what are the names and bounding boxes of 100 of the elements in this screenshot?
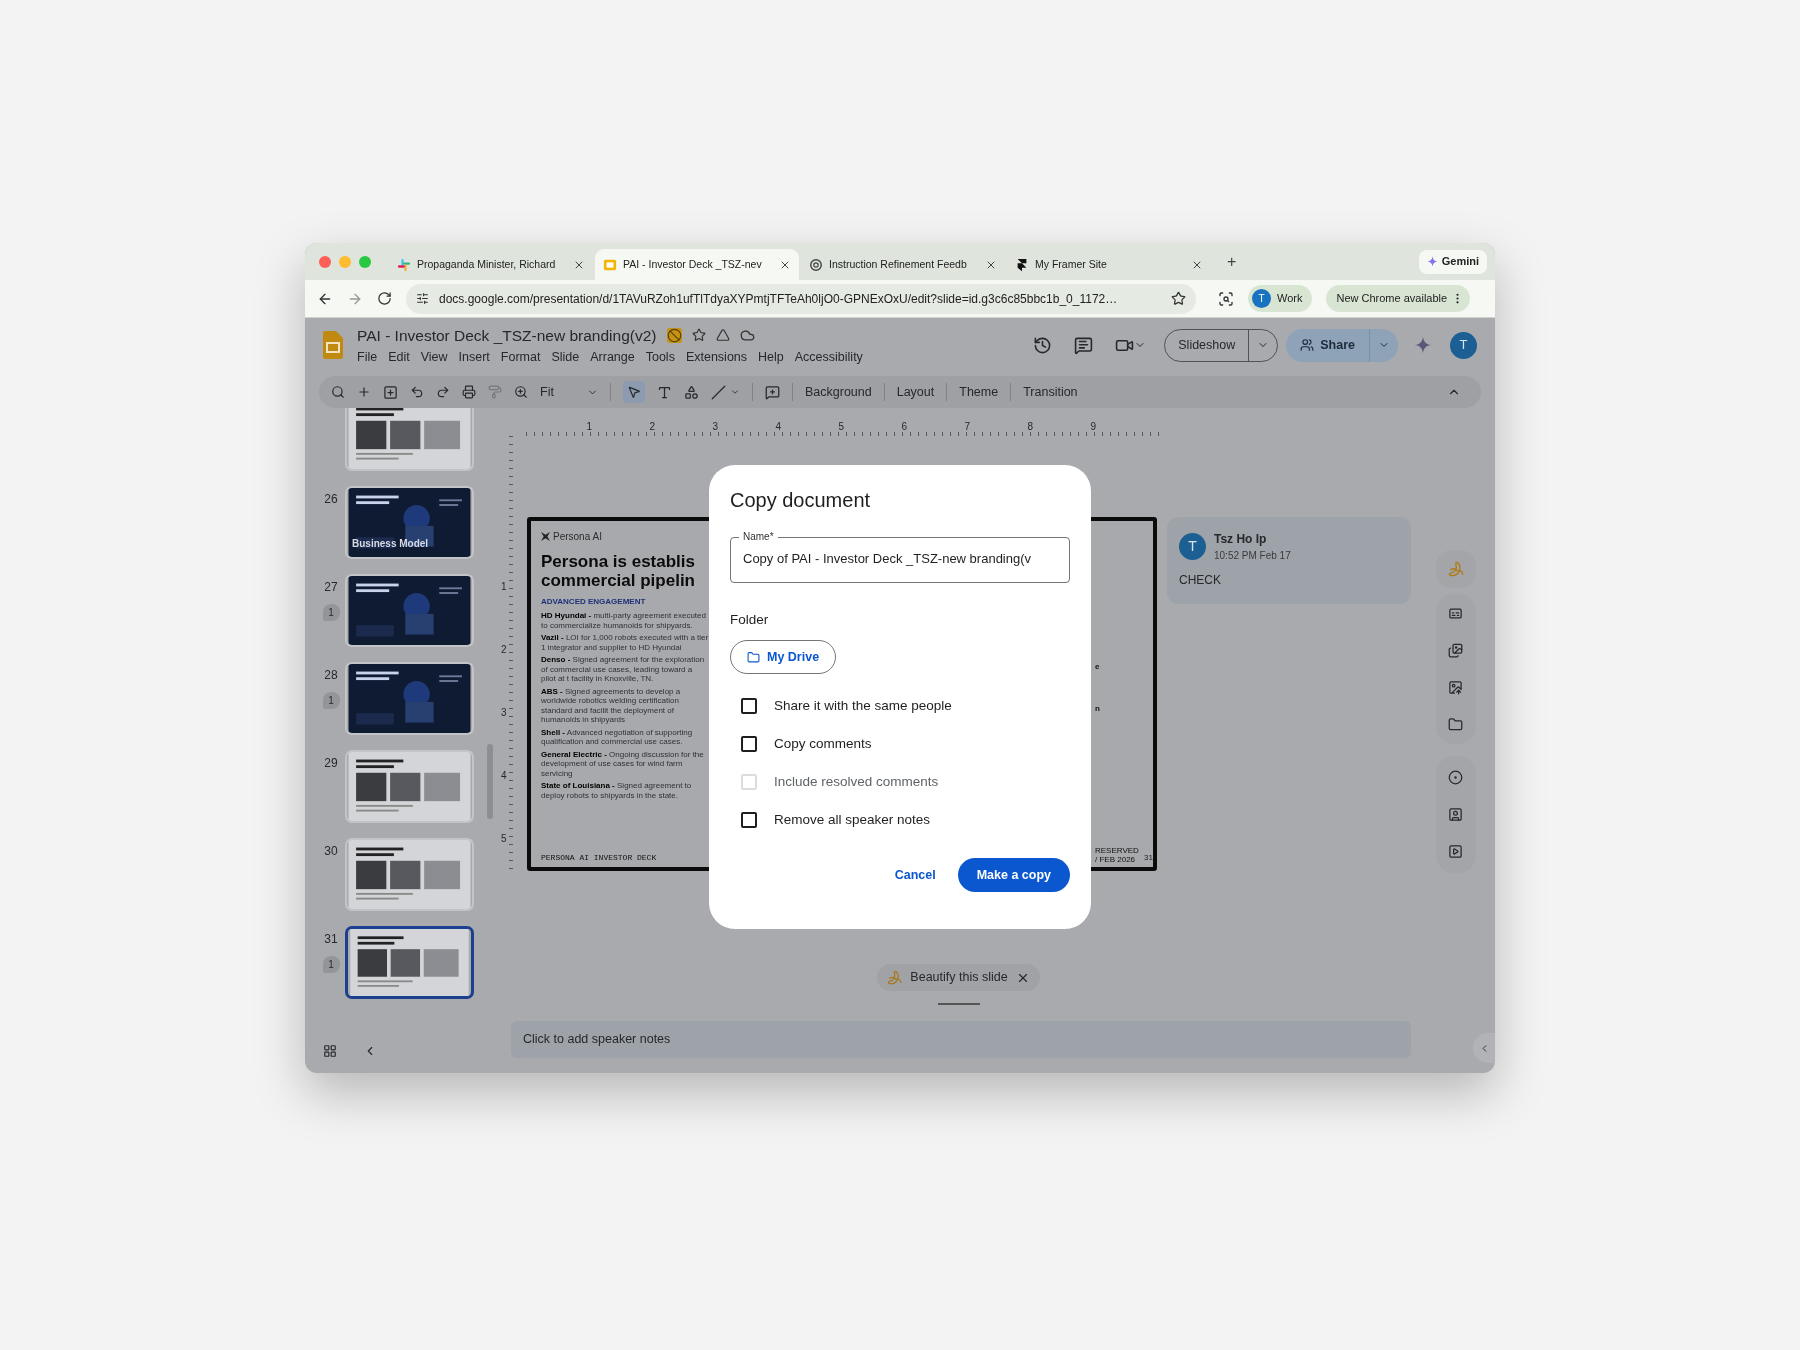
folder-icon[interactable]	[1448, 717, 1463, 732]
toolbar-button[interactable]: Layout	[896, 382, 935, 402]
ruler-number: 5	[838, 422, 844, 434]
profile-button[interactable]: T Work	[1248, 285, 1313, 312]
beautify-label: Beautify this slide	[910, 969, 1008, 987]
ruler-number: 8	[1027, 422, 1033, 434]
account-avatar[interactable]: T	[1450, 331, 1477, 359]
make-copy-button[interactable]: Make a copy	[957, 858, 1070, 893]
gemini-button[interactable]: Gemini	[1418, 249, 1487, 274]
zoom-dropdown[interactable]: Fit	[540, 382, 598, 402]
record-icon[interactable]	[1448, 770, 1463, 785]
captions-icon[interactable]	[1448, 606, 1463, 621]
menu-item[interactable]: File	[357, 347, 378, 367]
play-icon[interactable]	[1448, 844, 1463, 859]
ruler-number: 1	[501, 581, 507, 592]
image-search-icon[interactable]	[1448, 680, 1463, 695]
history-icon[interactable]	[1033, 335, 1053, 355]
text-box-icon[interactable]	[657, 384, 672, 400]
comment-card[interactable]: T Tsz Ho Ip 10:52 PM Feb 17 CHECK	[1167, 517, 1411, 604]
menu-item[interactable]: Arrange	[590, 347, 635, 367]
slide-text: HD Hyundai - multi-party agreement executed to commercialize humanoids for shipyards.	[541, 611, 707, 630]
banana-icon	[887, 970, 903, 985]
comment-icon[interactable]	[1074, 335, 1094, 355]
comment-author: Tsz Ho Ip	[1214, 531, 1268, 548]
field-value: Copy of PAI - Investor Deck _TSZ-new branding(v	[742, 550, 1033, 568]
browser-tab[interactable]: Propaganda Minister, Richard	[389, 249, 593, 280]
site-settings-icon[interactable]	[416, 292, 429, 305]
menu-item[interactable]: Insert	[458, 347, 490, 367]
star-icon[interactable]	[691, 328, 706, 343]
tab-title: My Framer Site	[1035, 256, 1108, 272]
search-page-icon[interactable]	[1218, 290, 1234, 307]
section-heading: ADVANCED ENGAGEMENT	[541, 596, 647, 608]
new-slide-icon[interactable]	[383, 384, 398, 400]
name-field[interactable]: Name* Copy of PAI - Investor Deck _TSZ-new branding(v	[730, 531, 1070, 583]
cancel-button[interactable]: Cancel	[890, 858, 940, 893]
comment-count-badge: 1	[322, 956, 340, 973]
menu-item[interactable]: Help	[758, 347, 784, 367]
thumbnail-caption: Business Model	[352, 537, 429, 551]
sparkle-icon[interactable]	[1426, 256, 1438, 267]
plus-icon[interactable]	[357, 385, 371, 399]
menu-item[interactable]: Slide	[551, 347, 580, 367]
checkbox[interactable]	[741, 811, 757, 828]
menu-item[interactable]: View	[420, 347, 448, 367]
checkbox[interactable]	[741, 735, 757, 752]
slide-thumbnail[interactable]: Business Model	[345, 486, 474, 559]
ruler-number: 6	[901, 422, 907, 434]
ruler-number: 1	[586, 422, 592, 434]
avatar: T	[1252, 289, 1271, 308]
camera-person-icon[interactable]	[1448, 807, 1463, 822]
logo-icon	[541, 532, 550, 541]
browser-tab[interactable]: My Framer Site	[1007, 249, 1211, 280]
option-label: Copy comments	[774, 734, 872, 753]
update-button[interactable]: New Chrome available	[1326, 285, 1471, 312]
toolbar-button[interactable]: Theme	[959, 382, 999, 402]
ruler-number: 7	[964, 422, 970, 434]
images-icon[interactable]	[1448, 643, 1463, 658]
slide-text: Vazil - LOI for 1,000 robots executed with a tier 1 integrator and supplier to HD Hyundai	[541, 633, 709, 652]
print-icon[interactable]	[462, 385, 476, 399]
redo-icon[interactable]	[436, 385, 450, 399]
slide-number: 29	[324, 755, 338, 772]
comment-text: CHECK	[1179, 572, 1222, 589]
document-title[interactable]: PAI - Investor Deck _TSZ-new branding(v2)	[357, 323, 657, 347]
menu-item[interactable]: Tools	[645, 347, 675, 367]
menu-item[interactable]: Accessibility	[794, 347, 863, 367]
speaker-notes-field[interactable]: Click to add speaker notes	[511, 1021, 1411, 1058]
slide-title: commercial pipelin	[541, 571, 696, 590]
zoom-icon[interactable]	[514, 385, 528, 399]
slide-footer: PERSONA AI INVESTOR DECK	[541, 852, 709, 864]
menu-item[interactable]: Extensions	[685, 347, 748, 367]
browser-tab[interactable]: PAI - Investor Deck _TSZ-nev	[595, 249, 799, 280]
checkbox[interactable]	[741, 697, 757, 714]
add-comment-icon[interactable]	[765, 384, 780, 400]
address-bar[interactable]: docs.google.com/presentation/d/1TAVuRZoh1ufTlTdyaXYPmtjTFTeAh0ljO0-GPNExOxU/edit?slide=id.g3c6c85bbc1b_0_1172…	[406, 283, 1196, 314]
slide-text: State of Louisiana - Signed agreement to deploy robots to shipyards in the state.	[541, 781, 693, 800]
caret-icon[interactable]	[730, 387, 740, 397]
slide-text: Shell - Advanced negotiation of supporting qualification and commercial use cases.	[541, 727, 694, 747]
menu-item[interactable]: Format	[500, 347, 541, 367]
line-icon[interactable]	[711, 384, 726, 400]
new-tab-button[interactable]: +	[1227, 249, 1237, 274]
select-icon[interactable]	[623, 381, 645, 403]
ruler-number: 4	[775, 422, 781, 434]
option-label: Remove all speaker notes	[774, 810, 931, 829]
cloud-icon[interactable]	[739, 327, 755, 343]
commenter-avatar: T	[1179, 533, 1206, 560]
slide-number: 28	[324, 667, 338, 684]
toolbar-button[interactable]: Transition	[1023, 382, 1078, 402]
browser-tab[interactable]: Instruction Refinement Feedb	[801, 249, 1005, 280]
gemini-icon[interactable]	[1414, 336, 1432, 354]
beautify-chip[interactable]: Beautify this slide	[877, 964, 1040, 991]
grid-view-icon[interactable]	[323, 1044, 337, 1058]
reload-icon[interactable]	[377, 291, 392, 306]
menu-item[interactable]: Edit	[388, 347, 410, 367]
search-icon[interactable]	[331, 385, 345, 399]
bookmark-icon[interactable]	[1171, 291, 1186, 306]
toolbar-button[interactable]: Background	[805, 382, 872, 402]
undo-icon[interactable]	[410, 385, 424, 399]
option-label: Share it with the same people	[774, 696, 952, 715]
blocked-icon[interactable]	[666, 327, 682, 343]
ruler-number: 4	[501, 770, 507, 781]
shapes-icon[interactable]	[684, 384, 699, 400]
